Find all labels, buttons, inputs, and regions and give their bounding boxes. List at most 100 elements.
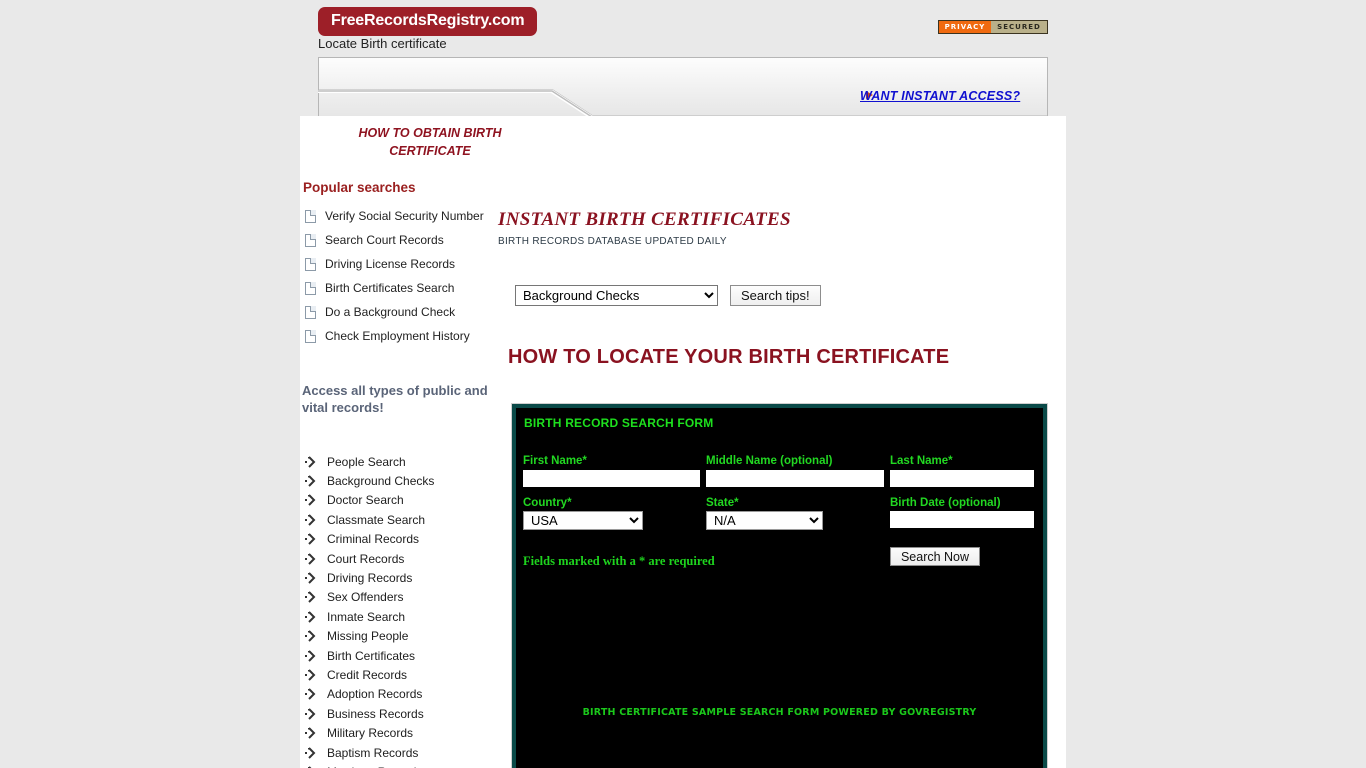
record-type-item[interactable]: Baptism Records bbox=[302, 743, 532, 762]
chevron-bullet-icon bbox=[305, 746, 319, 759]
popular-search-item[interactable]: Birth Certificates Search bbox=[302, 276, 532, 300]
document-icon bbox=[305, 281, 316, 295]
record-type-item[interactable]: Credit Records bbox=[302, 665, 532, 684]
required-fields-note: Fields marked with a * are required bbox=[523, 554, 715, 568]
record-type-item[interactable]: Military Records bbox=[302, 723, 532, 742]
record-type-item-label: Adoption Records bbox=[327, 687, 423, 702]
record-type-item-label: Driving Records bbox=[327, 571, 413, 586]
middle-name-label: Middle Name (optional) bbox=[706, 455, 833, 467]
popular-search-item-label: Do a Background Check bbox=[325, 305, 456, 319]
record-type-item[interactable]: Marriage Records bbox=[302, 762, 532, 768]
popular-search-item[interactable]: Check Employment History bbox=[302, 324, 532, 348]
first-name-label: First Name* bbox=[523, 455, 587, 467]
chevron-bullet-icon bbox=[305, 572, 319, 584]
record-type-item[interactable]: Doctor Search bbox=[302, 491, 532, 510]
popular-search-item[interactable]: Do a Background Check bbox=[302, 300, 532, 324]
document-icon bbox=[305, 257, 316, 271]
record-type-item-label: Baptism Records bbox=[327, 745, 419, 760]
popular-search-item-label: Verify Social Security Number bbox=[325, 209, 484, 223]
document-icon bbox=[305, 209, 316, 223]
want-instant-access-link[interactable]: WANT INSTANT ACCESS? bbox=[860, 89, 1020, 103]
country-label: Country* bbox=[523, 497, 572, 509]
popular-search-item[interactable]: Driving License Records bbox=[302, 252, 532, 276]
middle-name-input[interactable] bbox=[706, 470, 884, 487]
chevron-bullet-icon bbox=[305, 727, 319, 739]
form-footer-credit: BIRTH CERTIFICATE SAMPLE SEARCH FORM POW… bbox=[582, 707, 977, 718]
document-icon bbox=[305, 233, 316, 247]
chevron-bullet-icon bbox=[305, 611, 319, 623]
search-tips-button[interactable]: Search tips! bbox=[730, 285, 821, 306]
first-name-input[interactable] bbox=[523, 470, 700, 487]
site-logo[interactable]: FreeRecordsRegistry.com bbox=[318, 7, 538, 36]
popular-search-item-label: Search Court Records bbox=[325, 233, 444, 247]
record-type-item[interactable]: Court Records bbox=[302, 549, 532, 568]
popular-search-item-label: Check Employment History bbox=[325, 329, 470, 343]
last-name-label: Last Name* bbox=[890, 455, 953, 467]
record-type-item[interactable]: Birth Certificates bbox=[302, 646, 532, 665]
search-now-button[interactable]: Search Now bbox=[890, 547, 980, 566]
popular-search-item-label: Driving License Records bbox=[325, 257, 456, 271]
record-type-item[interactable]: People Search bbox=[302, 452, 532, 471]
record-type-item-label: Criminal Records bbox=[327, 532, 420, 547]
record-type-item-label: Background Checks bbox=[327, 474, 435, 489]
last-name-input[interactable] bbox=[890, 470, 1034, 487]
record-type-item[interactable]: Criminal Records bbox=[302, 530, 532, 549]
popular-search-item-label: Birth Certificates Search bbox=[325, 281, 455, 295]
privacy-badge-right-label: SECURED bbox=[991, 21, 1047, 33]
record-type-item[interactable]: Sex Offenders bbox=[302, 588, 532, 607]
privacy-badge-left-label: PRIVACY bbox=[939, 21, 991, 33]
page-root: FreeRecordsRegistry.com Locate Birth cer… bbox=[0, 0, 1366, 768]
record-type-item-label: Sex Offenders bbox=[327, 590, 404, 605]
record-type-item-label: Court Records bbox=[327, 551, 405, 566]
record-type-item[interactable]: Classmate Search bbox=[302, 510, 532, 529]
record-type-item-label: Military Records bbox=[327, 726, 414, 741]
chevron-bullet-icon bbox=[305, 649, 319, 662]
record-type-item[interactable]: Inmate Search bbox=[302, 607, 532, 626]
chevron-bullet-icon bbox=[305, 630, 319, 642]
birth-record-search-form-inner: BIRTH RECORD SEARCH FORM First Name* Mid… bbox=[515, 407, 1044, 768]
record-type-item-label: Business Records bbox=[327, 706, 424, 721]
birth-date-input[interactable] bbox=[890, 511, 1034, 528]
chevron-bullet-icon bbox=[305, 514, 319, 526]
birth-record-search-form: BIRTH RECORD SEARCH FORM First Name* Mid… bbox=[511, 403, 1048, 768]
record-type-item-label: Inmate Search bbox=[327, 609, 406, 624]
record-type-item-label: People Search bbox=[327, 454, 406, 469]
record-type-item[interactable]: Missing People bbox=[302, 627, 532, 646]
record-type-item[interactable]: Driving Records bbox=[302, 568, 532, 587]
record-type-item-label: Classmate Search bbox=[327, 512, 426, 527]
record-type-item[interactable]: Business Records bbox=[302, 704, 532, 723]
record-type-item-label: Birth Certificates bbox=[327, 648, 416, 663]
category-select[interactable]: Background Checks bbox=[515, 285, 718, 306]
privacy-secured-badge: PRIVACY SECURED bbox=[938, 20, 1048, 34]
chevron-bullet-icon bbox=[305, 708, 319, 720]
how-to-locate-title: HOW TO LOCATE YOUR BIRTH CERTIFICATE bbox=[508, 346, 950, 368]
record-types-list: People Search Background Checks Doctor Sea… bbox=[302, 452, 532, 768]
form-title: BIRTH RECORD SEARCH FORM bbox=[524, 416, 714, 430]
access-records-heading: Access all types of public and vital rec… bbox=[302, 383, 488, 415]
chevron-bullet-icon bbox=[305, 688, 319, 701]
record-type-item-label: Missing People bbox=[327, 629, 409, 644]
chevron-bullet-icon bbox=[305, 552, 319, 565]
document-icon bbox=[305, 305, 316, 319]
category-search-row: Background Checks Search tips! bbox=[515, 285, 821, 306]
instant-certificates-subtitle: BIRTH RECORDS DATABASE UPDATED DAILY bbox=[498, 236, 727, 247]
chevron-bullet-icon bbox=[305, 591, 319, 604]
state-label: State* bbox=[706, 497, 739, 509]
chevron-bullet-icon bbox=[305, 475, 319, 487]
record-type-item-label: Doctor Search bbox=[327, 493, 404, 508]
chevron-bullet-icon bbox=[305, 533, 319, 545]
country-select[interactable]: USA bbox=[523, 511, 643, 530]
document-icon bbox=[305, 329, 316, 343]
chevron-bullet-icon bbox=[305, 494, 319, 507]
popular-searches-heading: Popular searches bbox=[303, 180, 416, 195]
record-type-item[interactable]: Background Checks bbox=[302, 471, 532, 490]
record-type-item-label: Credit Records bbox=[327, 667, 408, 682]
page-title: HOW TO OBTAIN BIRTH CERTIFICATE bbox=[358, 126, 502, 158]
site-tagline: Locate Birth certificate bbox=[318, 36, 447, 51]
birth-date-label: Birth Date (optional) bbox=[890, 497, 1001, 509]
instant-certificates-title: INSTANT BIRTH CERTIFICATES bbox=[498, 209, 791, 230]
chevron-bullet-icon bbox=[305, 669, 319, 681]
chevron-bullet-icon bbox=[305, 455, 319, 468]
state-select[interactable]: N/A bbox=[706, 511, 823, 530]
record-type-item[interactable]: Adoption Records bbox=[302, 685, 532, 704]
